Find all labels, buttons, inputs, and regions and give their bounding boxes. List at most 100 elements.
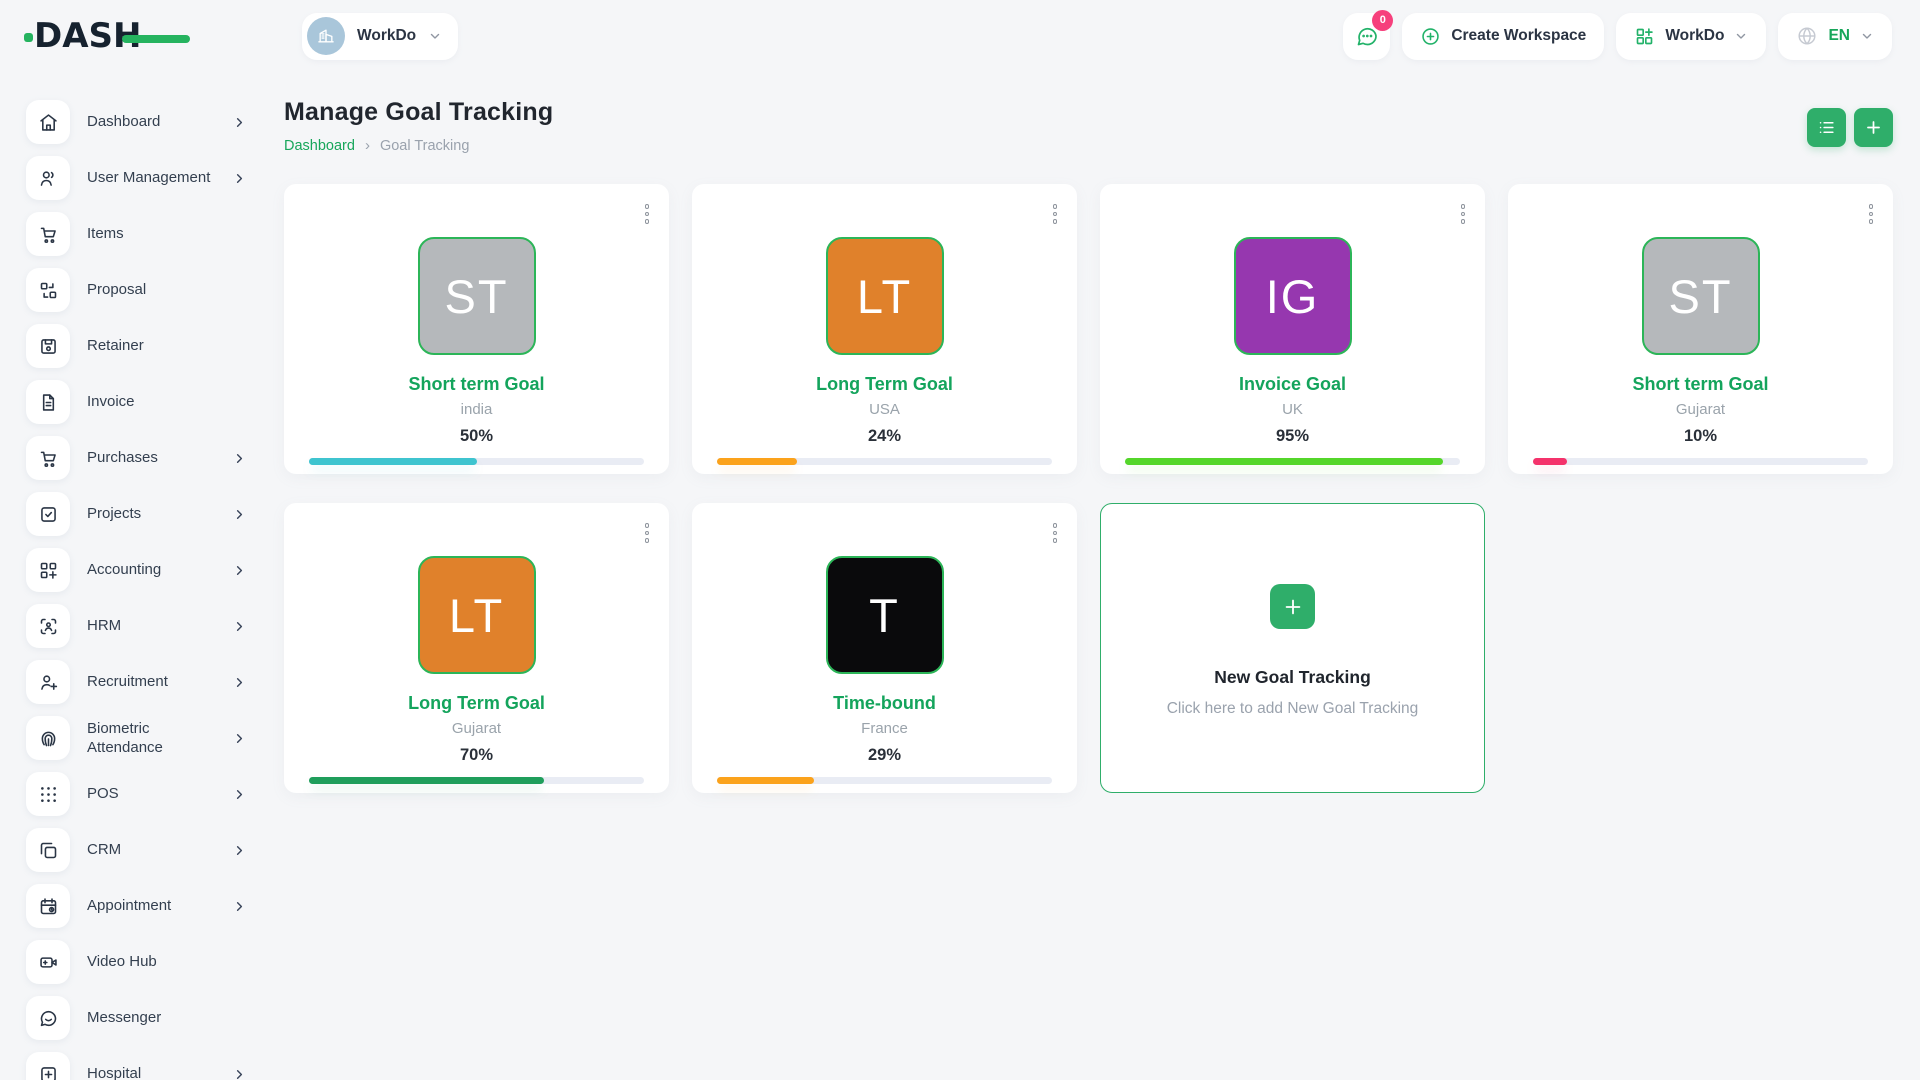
breadcrumb-separator: › xyxy=(365,137,370,154)
sidebar: Dashboard User Management Items Proposal Ret… xyxy=(0,78,272,1080)
goal-card: LT Long Term Goal Gujarat 70% xyxy=(284,503,669,793)
workspace-switcher-label: WorkDo xyxy=(357,27,416,45)
sidebar-item-label: Hospital xyxy=(87,1064,215,1080)
kebab-dot xyxy=(1053,204,1058,209)
goal-initials: LT xyxy=(449,588,504,643)
kebab-dot xyxy=(1053,219,1058,224)
chevron-down-icon xyxy=(428,29,442,43)
sidebar-item-label: Items xyxy=(87,224,215,244)
sidebar-item-items[interactable]: Items xyxy=(26,212,258,256)
card-menu-button[interactable] xyxy=(1049,200,1062,228)
chevron-right-icon xyxy=(232,171,248,186)
chevron-right-icon xyxy=(232,115,248,130)
card-menu-button[interactable] xyxy=(641,200,654,228)
goal-name-link[interactable]: Time-bound xyxy=(833,693,936,714)
new-goal-card[interactable]: New Goal Tracking Click here to add New … xyxy=(1100,503,1485,793)
breadcrumb: Dashboard › Goal Tracking xyxy=(284,137,553,154)
add-goal-button[interactable] xyxy=(1854,108,1893,147)
workspace-switcher[interactable]: WorkDo xyxy=(302,13,458,60)
sidebar-item-biometric-attendance[interactable]: Biometric Attendance xyxy=(26,716,258,760)
sidebar-item-user-management[interactable]: User Management xyxy=(26,156,258,200)
sidebar-item-hrm[interactable]: HRM xyxy=(26,604,258,648)
workspace-grid-icon xyxy=(1634,26,1655,47)
goal-avatar: ST xyxy=(418,237,536,355)
card-menu-button[interactable] xyxy=(1457,200,1470,228)
goal-progress-track xyxy=(1533,458,1868,465)
sidebar-item-appointment[interactable]: Appointment xyxy=(26,884,258,928)
logo-bar xyxy=(122,35,190,43)
sidebar-item-invoice[interactable]: Invoice xyxy=(26,380,258,424)
card-menu-button[interactable] xyxy=(1049,519,1062,547)
sidebar-item-hospital[interactable]: Hospital xyxy=(26,1052,258,1080)
sidebar-item-label: Purchases xyxy=(87,448,215,468)
scan-user-icon xyxy=(26,604,70,648)
kebab-dot xyxy=(1053,531,1058,536)
grid-plus-icon xyxy=(26,548,70,592)
sidebar-item-retainer[interactable]: Retainer xyxy=(26,324,258,368)
card-menu-button[interactable] xyxy=(641,519,654,547)
sidebar-item-label: User Management xyxy=(87,168,215,188)
goal-progress-track xyxy=(309,777,644,784)
language-dropdown[interactable]: EN xyxy=(1778,13,1892,60)
workspace-avatar xyxy=(307,17,345,55)
sidebar-item-purchases[interactable]: Purchases xyxy=(26,436,258,480)
new-goal-plus-button[interactable] xyxy=(1270,584,1315,629)
goal-percent: 70% xyxy=(460,746,493,765)
top-header: DASH WorkDo 0 Create Workspace xyxy=(0,0,1920,72)
page-heading-block: Manage Goal Tracking Dashboard › Goal Tr… xyxy=(284,98,553,154)
goal-progress-track xyxy=(717,777,1052,784)
goal-location: UK xyxy=(1282,401,1303,418)
workspace-dropdown[interactable]: WorkDo xyxy=(1616,13,1766,60)
breadcrumb-current: Goal Tracking xyxy=(380,138,469,154)
create-workspace-button[interactable]: Create Workspace xyxy=(1402,13,1604,60)
goal-initials: LT xyxy=(857,269,912,324)
cart-icon xyxy=(26,212,70,256)
goal-location: india xyxy=(461,401,493,418)
list-icon xyxy=(1817,118,1836,137)
card-menu-button[interactable] xyxy=(1865,200,1878,228)
plus-icon xyxy=(1282,596,1304,618)
globe-icon xyxy=(1796,25,1818,47)
messenger-button[interactable]: 0 xyxy=(1343,13,1390,60)
sidebar-item-label: Invoice xyxy=(87,392,215,412)
language-label: EN xyxy=(1828,27,1850,45)
sidebar-item-label: CRM xyxy=(87,840,215,860)
kebab-dot xyxy=(645,219,650,224)
sidebar-item-video-hub[interactable]: Video Hub xyxy=(26,940,258,984)
goal-name-link[interactable]: Short term Goal xyxy=(1632,374,1768,395)
goal-initials: ST xyxy=(1668,269,1732,324)
kebab-dot xyxy=(1461,212,1466,217)
goal-avatar: LT xyxy=(826,237,944,355)
list-view-button[interactable] xyxy=(1807,108,1846,147)
goal-initials: T xyxy=(869,588,900,643)
goal-progress-fill xyxy=(717,458,797,465)
app-logo[interactable]: DASH xyxy=(34,16,184,56)
sidebar-item-pos[interactable]: POS xyxy=(26,772,258,816)
sidebar-item-dashboard[interactable]: Dashboard xyxy=(26,100,258,144)
kebab-dot xyxy=(1869,204,1874,209)
chevron-down-icon xyxy=(1860,29,1874,43)
kebab-dot xyxy=(645,204,650,209)
goal-name-link[interactable]: Long Term Goal xyxy=(408,693,545,714)
proposal-icon xyxy=(26,268,70,312)
cart-icon xyxy=(26,436,70,480)
dots-grid-icon xyxy=(26,772,70,816)
sidebar-item-label: HRM xyxy=(87,616,215,636)
goal-name-link[interactable]: Long Term Goal xyxy=(816,374,953,395)
notification-badge: 0 xyxy=(1372,10,1393,31)
sidebar-item-projects[interactable]: Projects xyxy=(26,492,258,536)
sidebar-item-accounting[interactable]: Accounting xyxy=(26,548,258,592)
goal-name-link[interactable]: Invoice Goal xyxy=(1239,374,1346,395)
sidebar-item-crm[interactable]: CRM xyxy=(26,828,258,872)
home-icon xyxy=(26,100,70,144)
sidebar-item-recruitment[interactable]: Recruitment xyxy=(26,660,258,704)
sidebar-item-label: Accounting xyxy=(87,560,215,580)
sidebar-item-messenger[interactable]: Messenger xyxy=(26,996,258,1040)
sidebar-item-proposal[interactable]: Proposal xyxy=(26,268,258,312)
chevron-right-icon xyxy=(232,451,248,466)
breadcrumb-dashboard-link[interactable]: Dashboard xyxy=(284,138,355,154)
sidebar-item-label: Recruitment xyxy=(87,672,215,692)
goal-name-link[interactable]: Short term Goal xyxy=(408,374,544,395)
workspace-dropdown-label: WorkDo xyxy=(1665,27,1724,45)
chevron-right-icon xyxy=(232,787,248,802)
